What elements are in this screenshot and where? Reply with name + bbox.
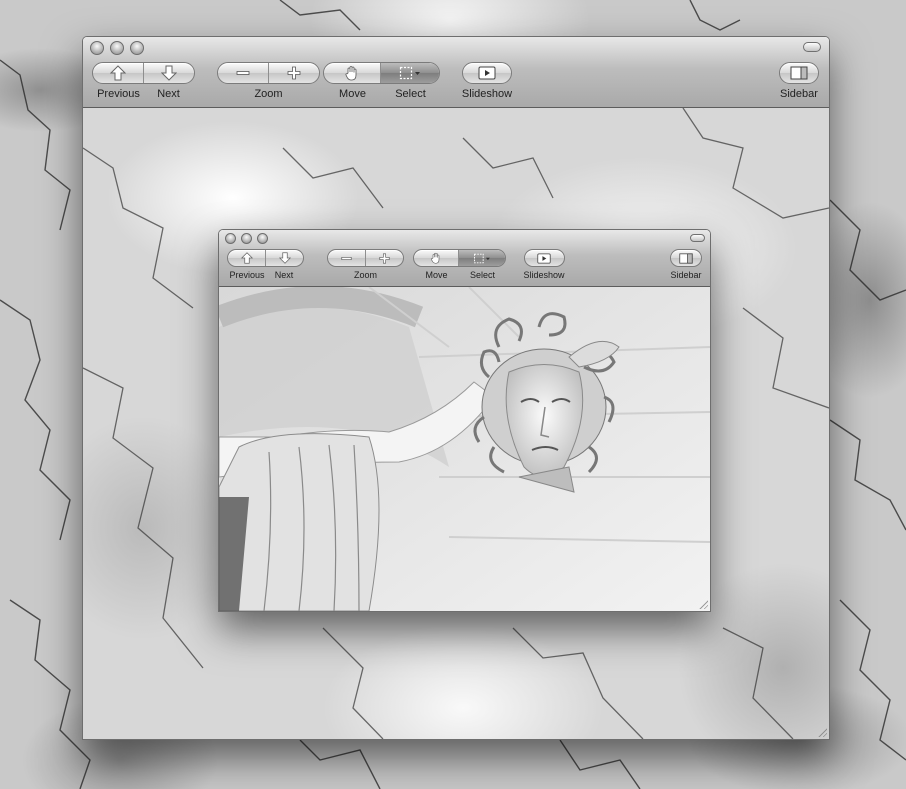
slideshow-label: Slideshow (461, 88, 513, 100)
slideshow-group: Slideshow (455, 62, 519, 100)
arrow-up-icon (240, 252, 253, 264)
close-button[interactable] (90, 41, 104, 55)
minus-icon (236, 71, 250, 75)
inner-close-button[interactable] (225, 233, 236, 244)
previous-button[interactable] (93, 63, 143, 83)
inner-zoom-window-button[interactable] (257, 233, 268, 244)
inner-select-label: Select (469, 270, 495, 280)
inner-tool-mode-group: Move Select (413, 249, 506, 280)
select-tool-button[interactable] (380, 63, 439, 83)
plus-icon (287, 66, 301, 80)
zoom-label: Zoom (254, 88, 283, 100)
hand-icon (345, 66, 357, 81)
hand-icon (431, 252, 440, 264)
preview-window-inner: Previous Next Zoom Move Select Slideshow… (218, 229, 711, 612)
inner-zoom-label: Zoom (353, 270, 377, 280)
play-icon (537, 252, 551, 264)
arrow-up-icon (110, 65, 126, 81)
inner-toolbar: Previous Next Zoom Move Select Slideshow… (219, 230, 710, 287)
inner-next-button[interactable] (265, 250, 303, 266)
inner-zoom-group: Zoom (327, 249, 404, 280)
window-controls (90, 41, 144, 55)
inner-select-tool-button[interactable] (458, 250, 505, 266)
minus-icon (341, 256, 352, 260)
inner-slideshow-group: Slideshow (519, 249, 569, 280)
zoom-window-button[interactable] (130, 41, 144, 55)
inner-navigation-group: Previous Next (227, 249, 304, 280)
toolbar-toggle-button[interactable] (803, 42, 821, 52)
sidebar-label: Sidebar (780, 88, 818, 100)
marquee-select-icon (399, 66, 420, 80)
plus-icon (379, 252, 390, 264)
inner-zoom-out-button[interactable] (328, 250, 365, 266)
zoom-out-button[interactable] (218, 63, 268, 83)
inner-slideshow-label: Slideshow (523, 270, 565, 280)
inner-previous-label: Previous (229, 270, 265, 280)
inner-toolbar-toggle-button[interactable] (690, 234, 705, 242)
inner-move-label: Move (425, 270, 448, 280)
inner-previous-button[interactable] (228, 250, 265, 266)
next-label: Next (157, 88, 180, 100)
select-label: Select (395, 88, 426, 100)
arrow-down-icon (161, 65, 177, 81)
sidebar-icon (790, 66, 808, 80)
zoom-group: Zoom (217, 62, 320, 100)
inner-move-tool-button[interactable] (414, 250, 458, 266)
play-icon (478, 66, 496, 80)
inner-sidebar-label: Sidebar (670, 270, 702, 280)
inner-next-label: Next (274, 270, 294, 280)
sidebar-group: Sidebar (777, 62, 821, 100)
sidebar-button[interactable] (780, 63, 818, 83)
sidebar-icon (679, 252, 693, 264)
move-tool-button[interactable] (324, 63, 380, 83)
previous-label: Previous (97, 88, 140, 100)
marquee-select-icon (474, 253, 490, 263)
move-label: Move (339, 88, 366, 100)
inner-minimize-button[interactable] (241, 233, 252, 244)
inner-sidebar-button[interactable] (671, 250, 701, 266)
inner-window-controls (225, 233, 268, 244)
statue-photo[interactable] (219, 287, 710, 611)
tool-mode-group: Move Select (323, 62, 440, 100)
toolbar: Previous Next Zoom Move Select Slideshow… (83, 37, 829, 108)
next-button[interactable] (143, 63, 194, 83)
navigation-group: Previous Next (92, 62, 195, 100)
statue-image (219, 287, 710, 611)
inner-sidebar-group: Sidebar (668, 249, 704, 280)
inner-zoom-in-button[interactable] (365, 250, 403, 266)
arrow-down-icon (278, 252, 291, 264)
slideshow-button[interactable] (463, 63, 511, 83)
minimize-button[interactable] (110, 41, 124, 55)
zoom-in-button[interactable] (268, 63, 319, 83)
inner-slideshow-button[interactable] (525, 250, 564, 266)
